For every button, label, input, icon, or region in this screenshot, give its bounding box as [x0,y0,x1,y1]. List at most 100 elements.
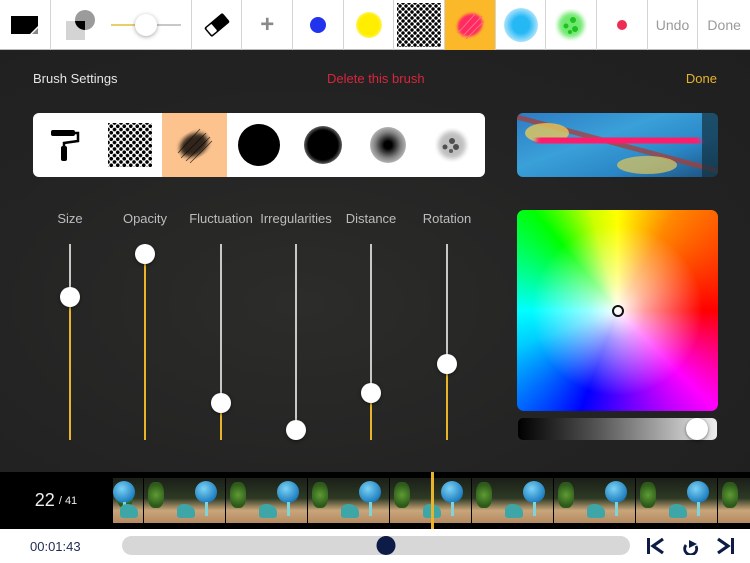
delete-brush-button[interactable]: Delete this brush [327,71,425,86]
plant-graphic [230,482,246,508]
paint-roller-icon [51,130,80,161]
undo-button[interactable]: Undo [648,0,699,50]
eraser-button[interactable] [192,0,243,50]
undo-label: Undo [655,17,690,33]
frame-thumbnail[interactable] [144,478,225,523]
brush-type-selector [33,113,485,177]
plant-graphic [148,482,164,508]
globe-graphic [687,481,709,503]
globe-stand-graphic [451,502,454,516]
blend-opacity-icon [65,10,95,40]
loop-play-icon [683,540,699,555]
slider-label: Fluctuation [189,211,253,226]
brush-preset-red-scribble[interactable] [445,0,496,50]
red-scribble-icon [457,12,485,40]
globe-graphic [277,481,299,503]
distance-slider-knob[interactable] [361,382,381,403]
brush-preset-halftone[interactable] [394,0,446,50]
dinosaur-graphic [120,504,138,518]
green-splatter-icon [558,12,585,38]
playback-scrubber[interactable] [122,536,630,555]
globe-graphic [523,481,545,503]
frame-thumbnail[interactable] [226,478,307,523]
dinosaur-graphic [258,504,277,518]
brush-type-soft[interactable] [356,113,421,177]
globe-graphic [195,481,217,503]
frame-counter: 22 / 41 [0,472,112,529]
frame-thumbnail[interactable] [113,478,143,523]
jump-to-start-icon [647,537,664,555]
panel-done-button[interactable]: Done [686,71,717,86]
plant-graphic [722,482,738,508]
splatter-brush-icon [438,131,467,159]
frame-thumbnail[interactable] [472,478,553,523]
brush-preset-pink[interactable] [597,0,648,50]
plant-graphic [476,482,492,508]
plant-graphic [312,482,328,508]
stroke-preview-image [517,113,718,177]
globe-graphic [441,481,463,503]
color-picker-cursor[interactable] [611,304,624,317]
color-picker-pad[interactable] [517,210,718,411]
rotation-slider-knob[interactable] [437,353,457,374]
globe-graphic [359,481,381,503]
brush-type-roller[interactable] [33,113,98,177]
dinosaur-graphic [668,504,687,518]
toolbar-done-button[interactable]: Done [698,0,750,50]
opacity-slider[interactable] [110,13,181,37]
jump-to-end-icon [717,537,734,555]
yellow-soft-dot-icon [355,12,382,38]
irregularities-slider-track[interactable] [295,244,297,440]
dinosaur-graphic [586,504,605,518]
add-brush-button[interactable]: + [242,0,294,50]
brush-preset-blue[interactable] [293,0,344,50]
medium-soft-brush-icon [304,126,343,164]
globe-stand-graphic [615,502,618,516]
current-frame: 22 [34,490,55,510]
soft-brush-icon [369,127,406,163]
done-label: Done [707,17,741,33]
opacity-slider-knob[interactable] [134,14,157,36]
halftone-brush-icon [107,123,152,167]
frame-thumbnail[interactable] [554,478,635,523]
slider-label: Irregularities [260,211,332,226]
frame-thumbnail[interactable] [308,478,389,523]
loop-play-button[interactable] [680,535,702,557]
plant-graphic [558,482,574,508]
brush-type-halftone[interactable] [98,113,163,177]
frame-thumbnail[interactable] [636,478,717,523]
jump-to-end-button[interactable] [715,535,737,557]
globe-stand-graphic [205,502,208,516]
scribble-brush-icon [177,128,213,164]
brush-preset-green[interactable] [546,0,598,50]
irregularities-slider-knob[interactable] [286,420,306,441]
brush-preset-yellow[interactable] [344,0,395,50]
dinosaur-graphic [340,504,359,518]
plant-graphic [640,482,656,508]
brush-type-hard-round[interactable] [227,113,292,177]
playhead[interactable] [430,472,434,529]
brightness-slider-knob[interactable] [686,418,709,440]
brush-preset-cyan[interactable] [496,0,547,50]
size-slider-knob[interactable] [60,286,80,307]
rotation-slider-fill [446,363,448,440]
brush-type-splatter[interactable] [420,113,485,177]
brush-type-scribble[interactable] [162,113,227,177]
panel-title: Brush Settings [33,71,118,86]
timecode: 00:01:43 [30,539,81,554]
dinosaur-graphic [176,504,195,518]
brightness-slider[interactable] [518,418,717,440]
globe-stand-graphic [287,502,290,516]
brush-type-medium-soft[interactable] [291,113,356,177]
canvas-layer-button[interactable] [0,0,51,50]
opacity-slider-fill [144,253,146,440]
eraser-icon [204,13,229,37]
plant-graphic [394,482,410,508]
opacity-slider-knob[interactable] [135,243,155,264]
jump-to-start-button[interactable] [644,535,666,557]
scrubber-knob[interactable] [376,536,396,555]
fluctuation-slider-knob[interactable] [211,392,231,413]
halftone-icon [397,3,442,47]
globe-graphic [605,481,627,503]
frame-thumbnail[interactable] [718,478,750,523]
